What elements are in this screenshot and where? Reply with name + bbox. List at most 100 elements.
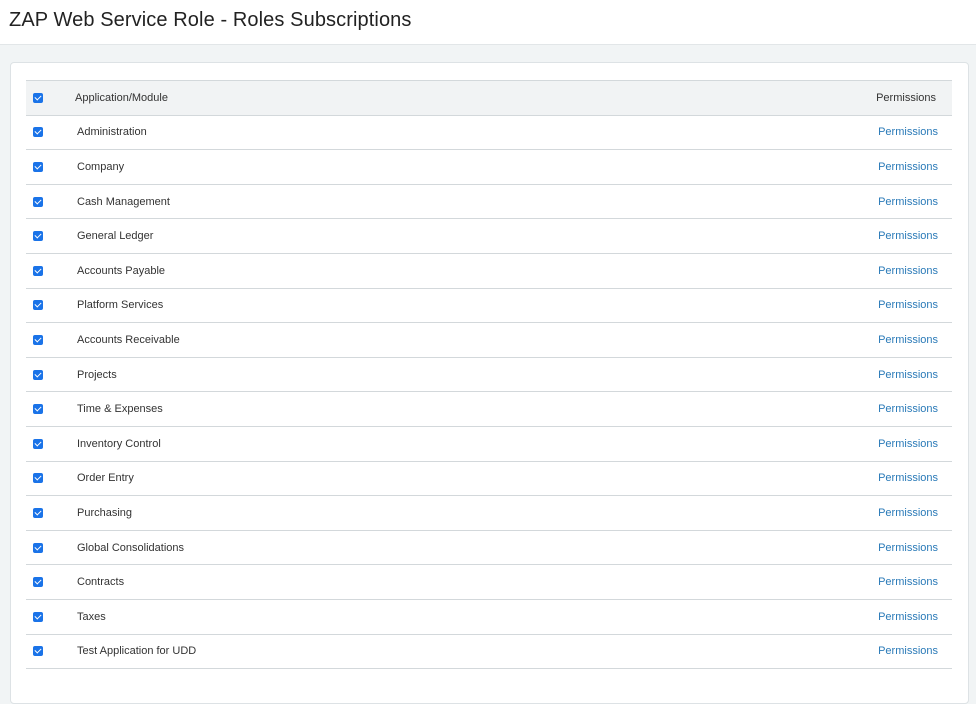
table-row: Order Entry Permissions [26, 460, 952, 496]
permissions-cell: Permissions [816, 183, 952, 219]
row-checkbox[interactable] [33, 127, 43, 138]
permissions-cell: Permissions [816, 391, 952, 427]
row-checkbox[interactable] [33, 646, 43, 657]
permissions-cell: Permissions [816, 633, 952, 670]
row-checkbox-cell [26, 252, 75, 289]
module-name: Purchasing [75, 495, 816, 531]
module-name: Accounts Receivable [75, 322, 816, 358]
module-name: Global Consolidations [75, 529, 816, 565]
permissions-link[interactable]: Permissions [878, 611, 938, 623]
permissions-link[interactable]: Permissions [878, 403, 938, 415]
permissions-cell: Permissions [816, 356, 952, 392]
module-name: Test Application for UDD [75, 633, 816, 670]
module-name: Company [75, 149, 816, 185]
table-row: Test Application for UDD Permissions [26, 633, 952, 670]
table-row: Taxes Permissions [26, 598, 952, 634]
table-row: Accounts Payable Permissions [26, 252, 952, 289]
table-row: Purchasing Permissions [26, 495, 952, 531]
permissions-link[interactable]: Permissions [878, 161, 938, 173]
table-row: Platform Services Permissions [26, 287, 952, 323]
row-checkbox[interactable] [33, 438, 43, 449]
module-name: Cash Management [75, 183, 816, 219]
permissions-cell: Permissions [816, 529, 952, 565]
row-checkbox[interactable] [33, 369, 43, 380]
row-checkbox-cell [26, 564, 75, 600]
row-checkbox[interactable] [33, 508, 43, 519]
module-name: Platform Services [75, 287, 816, 323]
row-checkbox[interactable] [33, 611, 43, 622]
row-checkbox[interactable] [33, 196, 43, 207]
permissions-cell: Permissions [816, 495, 952, 531]
row-checkbox-cell [26, 322, 75, 358]
select-all-checkbox[interactable] [33, 92, 43, 103]
table-header-row: Application/Module Permissions [26, 80, 952, 116]
row-checkbox[interactable] [33, 335, 43, 346]
permissions-link[interactable]: Permissions [878, 507, 938, 519]
module-name: Inventory Control [75, 425, 816, 462]
permissions-cell: Permissions [816, 149, 952, 185]
permissions-link[interactable]: Permissions [878, 230, 938, 242]
row-checkbox-cell [26, 391, 75, 427]
subscriptions-table: Application/Module Permissions Administr… [26, 80, 952, 670]
permissions-cell: Permissions [816, 598, 952, 634]
permissions-link[interactable]: Permissions [878, 334, 938, 346]
permissions-cell: Permissions [816, 322, 952, 358]
column-header-module: Application/Module [75, 80, 816, 116]
row-checkbox[interactable] [33, 577, 43, 588]
permissions-cell: Permissions [816, 287, 952, 323]
permissions-link[interactable]: Permissions [878, 576, 938, 588]
row-checkbox-cell [26, 287, 75, 323]
row-checkbox-cell [26, 114, 75, 150]
permissions-link[interactable]: Permissions [878, 196, 938, 208]
permissions-link[interactable]: Permissions [878, 369, 938, 381]
module-name: Time & Expenses [75, 391, 816, 427]
row-checkbox-cell [26, 529, 75, 565]
row-checkbox-cell [26, 183, 75, 219]
select-all-cell [26, 80, 75, 116]
row-checkbox[interactable] [33, 300, 43, 311]
table-row: Administration Permissions [26, 114, 952, 150]
module-name: Order Entry [75, 460, 816, 496]
permissions-link[interactable]: Permissions [878, 299, 938, 311]
row-checkbox[interactable] [33, 404, 43, 415]
permissions-cell: Permissions [816, 425, 952, 462]
permissions-cell: Permissions [816, 218, 952, 254]
row-checkbox[interactable] [33, 473, 43, 484]
row-checkbox-cell [26, 218, 75, 254]
permissions-link[interactable]: Permissions [878, 265, 938, 277]
module-name: Accounts Payable [75, 252, 816, 289]
module-name: General Ledger [75, 218, 816, 254]
table-row: Cash Management Permissions [26, 183, 952, 219]
permissions-link[interactable]: Permissions [878, 472, 938, 484]
permissions-link[interactable]: Permissions [878, 438, 938, 450]
permissions-cell: Permissions [816, 460, 952, 496]
module-name: Contracts [75, 564, 816, 600]
row-checkbox-cell [26, 460, 75, 496]
row-checkbox-cell [26, 149, 75, 185]
row-checkbox-cell [26, 598, 75, 634]
subscriptions-card: Application/Module Permissions Administr… [10, 62, 969, 704]
row-checkbox-cell [26, 633, 75, 670]
table-row: Contracts Permissions [26, 564, 952, 600]
row-checkbox[interactable] [33, 265, 43, 276]
table-row: Global Consolidations Permissions [26, 529, 952, 565]
row-checkbox-cell [26, 425, 75, 462]
row-checkbox[interactable] [33, 542, 43, 553]
permissions-link[interactable]: Permissions [878, 645, 938, 657]
row-checkbox-cell [26, 495, 75, 531]
module-name: Taxes [75, 598, 816, 634]
permissions-link[interactable]: Permissions [878, 126, 938, 138]
permissions-cell: Permissions [816, 564, 952, 600]
table-row: Projects Permissions [26, 356, 952, 392]
table-row: Company Permissions [26, 149, 952, 185]
table-row: General Ledger Permissions [26, 218, 952, 254]
permissions-link[interactable]: Permissions [878, 542, 938, 554]
row-checkbox[interactable] [33, 162, 43, 173]
module-name: Projects [75, 356, 816, 392]
table-row: Inventory Control Permissions [26, 425, 952, 462]
table-row: Time & Expenses Permissions [26, 391, 952, 427]
column-header-permissions: Permissions [816, 80, 952, 116]
module-name: Administration [75, 114, 816, 150]
row-checkbox[interactable] [33, 231, 43, 242]
row-checkbox-cell [26, 356, 75, 392]
